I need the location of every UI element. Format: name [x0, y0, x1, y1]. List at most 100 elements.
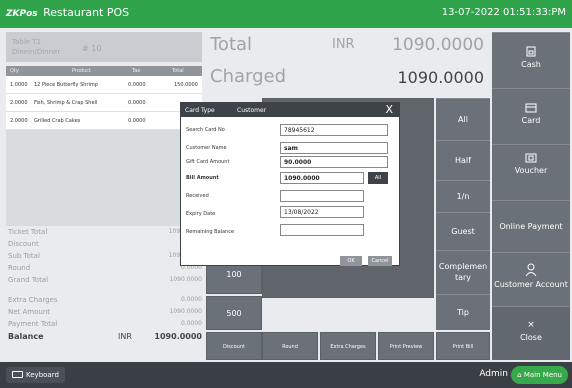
- close-icon: ×: [527, 320, 535, 330]
- datetime-display: 13-07-2022 01:51:33:PM: [441, 7, 566, 18]
- received-field[interactable]: [280, 190, 364, 202]
- online-payment-button[interactable]: Online Payment: [492, 200, 570, 252]
- grand-total-value: 1090.0000: [169, 276, 202, 283]
- balance-currency: INR: [118, 332, 132, 341]
- extra-charges-label: Extra Charges: [8, 296, 58, 304]
- split-n-button[interactable]: 1/n: [436, 180, 490, 212]
- app-brand: ZKPos Restaurant POS: [6, 6, 129, 19]
- balance-label: Balance: [8, 332, 44, 341]
- bill-amount-field[interactable]: 1090.0000: [280, 172, 364, 184]
- cash-button[interactable]: Cash: [492, 32, 570, 88]
- remaining-balance-label: Remaining Balance: [186, 229, 235, 235]
- voucher-label: Voucher: [514, 166, 548, 175]
- item-tax: 0.0000: [128, 118, 146, 124]
- order-item-row[interactable]: 2.0000 Fish, Shrimp & Crap Shell 0.0000: [6, 94, 202, 112]
- main-menu-label: Main Menu: [523, 371, 562, 379]
- round-label: Round: [8, 264, 31, 272]
- close-button[interactable]: × Close: [492, 306, 570, 360]
- print-preview-button[interactable]: Print Preview: [378, 332, 434, 360]
- total-value: 1090.0000: [392, 35, 484, 55]
- net-amount-label: Net Amount: [8, 308, 51, 316]
- title-bar: ZKPos Restaurant POS 13-07-2022 01:51:33…: [0, 0, 572, 28]
- complementary-label-2: tary: [454, 273, 472, 282]
- print-bill-button[interactable]: Print Bill: [436, 332, 490, 360]
- user-icon: [525, 263, 537, 277]
- keyboard-label: Keyboard: [26, 371, 59, 379]
- keyboard-button[interactable]: Keyboard: [6, 367, 65, 383]
- search-card-label: Search Card No: [186, 127, 225, 133]
- dialog-close-icon[interactable]: X: [385, 103, 393, 116]
- split-all-button[interactable]: All: [436, 98, 490, 140]
- item-product: 12 Piece Butterfly Shrimp: [34, 82, 98, 88]
- bottom-bar: Keyboard Admin ⌂ Main Menu: [0, 362, 572, 388]
- customer-name-label: Customer Name: [186, 145, 227, 151]
- item-qty: 1.0000: [10, 82, 28, 88]
- balance-value: 1090.0000: [154, 332, 202, 341]
- customer-account-button[interactable]: Customer Account: [492, 252, 570, 306]
- voucher-icon: [525, 153, 537, 163]
- col-qty: Qty: [10, 68, 19, 74]
- charged-label: Charged: [210, 66, 287, 87]
- total-label: Total: [210, 34, 253, 55]
- app-logo: ZKPos: [6, 9, 38, 19]
- dialog-header: Card Type Customer X: [181, 103, 399, 117]
- main-menu-button[interactable]: ⌂ Main Menu: [511, 366, 568, 384]
- order-type: Dinein/Dinner: [12, 48, 61, 56]
- complementary-button[interactable]: Complemen tary: [436, 250, 490, 294]
- table-name: Table T1: [12, 38, 42, 46]
- total-currency: INR: [332, 37, 355, 52]
- card-label: Card: [521, 116, 541, 125]
- gift-amount-label: Gift Card Amount: [186, 159, 230, 165]
- app-title: Restaurant POS: [43, 6, 130, 19]
- grand-total-label: Grand Total: [8, 276, 49, 284]
- gift-amount-field[interactable]: 90.0000: [280, 156, 388, 168]
- expiry-date-field[interactable]: 13/08/2022: [280, 206, 364, 218]
- discount-button[interactable]: Discount: [206, 332, 262, 360]
- col-total: Total: [172, 68, 184, 74]
- guest-button[interactable]: Guest: [436, 212, 490, 250]
- bill-amount-label: Bill Amount: [186, 175, 219, 181]
- order-item-row[interactable]: 1.0000 12 Piece Butterfly Shrimp 0.0000 …: [6, 76, 202, 94]
- ticket-number: # 10: [82, 44, 102, 53]
- extra-charges-value: 0.0000: [181, 296, 202, 303]
- card-button[interactable]: Card: [492, 88, 570, 144]
- round-button[interactable]: Round: [262, 332, 318, 360]
- extra-charges-button[interactable]: Extra Charges: [320, 332, 376, 360]
- order-header: Table T1 Dinein/Dinner # 10: [6, 32, 202, 62]
- remaining-balance-field[interactable]: [280, 224, 364, 236]
- ticket-total-label: Ticket Total: [8, 228, 48, 236]
- home-icon: ⌂: [517, 371, 522, 379]
- card-icon: [525, 103, 537, 113]
- order-column-header: Qty Product Tax Total: [6, 66, 202, 76]
- order-item-row[interactable]: 2.0000 Grilled Crab Cakes 0.0000: [6, 112, 202, 130]
- user-name: Admin: [479, 369, 508, 379]
- cash-label: Cash: [521, 60, 541, 69]
- search-card-input[interactable]: 78945612: [280, 124, 388, 136]
- customer-account-label: Customer Account: [494, 280, 568, 289]
- col-product: Product: [72, 68, 91, 74]
- charged-value: 1090.0000: [397, 68, 484, 87]
- payment-total-value: 0.0000: [181, 320, 202, 327]
- split-half-button[interactable]: Half: [436, 140, 490, 180]
- tip-button[interactable]: Tip: [436, 294, 490, 330]
- keyboard-icon: [12, 371, 23, 378]
- dialog-ok-button[interactable]: OK: [340, 256, 362, 266]
- dialog-tab-customer[interactable]: Customer: [237, 107, 266, 114]
- dialog-cancel-button[interactable]: Cancel: [368, 256, 392, 266]
- subtotal-label: Sub Total: [8, 252, 40, 260]
- complementary-label-1: Complemen: [438, 262, 488, 271]
- amount-500-button[interactable]: 500: [206, 296, 262, 330]
- col-tax: Tax: [132, 68, 141, 74]
- order-item-list[interactable]: 1.0000 12 Piece Butterfly Shrimp 0.0000 …: [6, 76, 202, 226]
- item-total: 150.0000: [174, 82, 198, 88]
- item-product: Fish, Shrimp & Crap Shell: [34, 100, 98, 106]
- cash-icon: [526, 46, 536, 57]
- net-amount-value: 1090.0000: [169, 308, 202, 315]
- voucher-button[interactable]: Voucher: [492, 144, 570, 200]
- expiry-date-label: Expiry Date: [186, 211, 216, 217]
- received-label: Received: [186, 193, 209, 199]
- customer-name-field[interactable]: sam: [280, 142, 388, 154]
- payment-total-label: Payment Total: [8, 320, 58, 328]
- all-amount-button[interactable]: All: [368, 172, 388, 184]
- dialog-tab-card-type[interactable]: Card Type: [185, 107, 215, 114]
